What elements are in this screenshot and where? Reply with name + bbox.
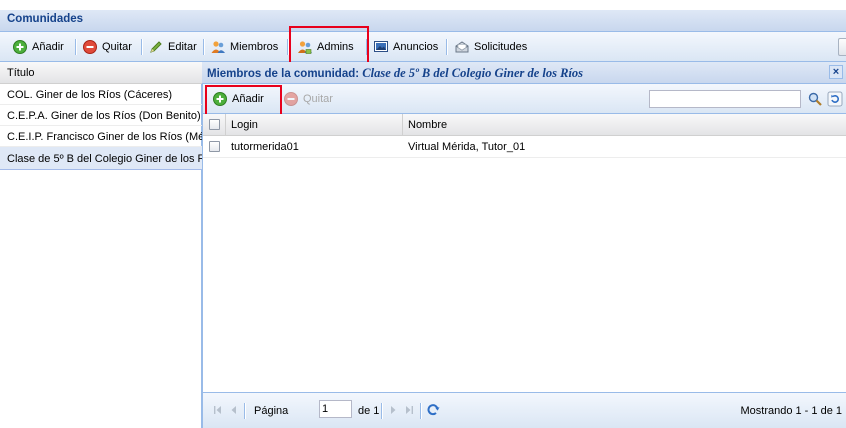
dialog-title-community: Clase de 5º B del Colegio Giner de los R… [362,66,584,80]
add-button[interactable]: Añadir [8,36,68,58]
close-button[interactable]: × [829,65,843,79]
page-number-input[interactable] [319,400,352,418]
column-header-nombre[interactable]: Nombre [403,114,846,136]
paging-separator [244,403,246,419]
page-label: Página [254,405,289,417]
select-all-column[interactable] [203,114,226,136]
toolbar-separator [141,39,143,55]
search-input[interactable] [649,90,801,108]
list-item-label: COL. Giner de los Ríos (Cáceres) [7,89,173,101]
image-board-icon [373,39,389,55]
members-grid-header: Login Nombre [203,114,846,136]
remove-button[interactable]: Quitar [78,36,136,58]
admins-highlight-box [289,26,369,65]
requests-button-label: Solicitudes [474,41,528,53]
announcements-button[interactable]: Anuncios [369,36,442,58]
list-item[interactable]: C.E.I.P. Francisco Giner de los Ríos (Mé… [0,126,202,147]
refresh-icon[interactable] [827,91,843,107]
group-icon [210,39,226,55]
list-item-label: C.E.I.P. Francisco Giner de los Ríos (Mé… [7,131,202,143]
remove-button-label: Quitar [102,41,132,53]
page-total: de 1 [358,405,380,417]
members-button-label: Miembros [230,41,279,53]
column-header-title[interactable]: Título [0,62,202,84]
list-item-label: C.E.P.A. Giner de los Ríos (Don Benito) [7,110,201,122]
envelope-icon [454,39,470,55]
toolbar-overflow-button[interactable] [838,38,846,56]
previous-page-icon[interactable] [226,402,242,418]
dialog-title: Miembros de la comunidad: Clase de 5º B … [202,62,846,84]
members-button[interactable]: Miembros [206,36,282,58]
edit-button-label: Editar [168,41,197,53]
remove-icon [82,39,98,55]
paging-separator [420,403,422,419]
first-page-icon[interactable] [210,402,226,418]
requests-button[interactable]: Solicitudes [450,36,531,58]
login-cell: tutormerida01 [231,141,299,153]
toolbar-separator [203,39,205,55]
dialog-title-prefix: Miembros de la comunidad: [207,68,360,80]
list-item[interactable]: COL. Giner de los Ríos (Cáceres) [0,84,202,105]
panel-title: Comunidades [0,10,846,32]
announcements-button-label: Anuncios [393,41,439,53]
paging-toolbar: Página de 1 Mostrando 1 - 1 de 1 [203,392,846,428]
last-page-icon[interactable] [401,402,417,418]
name-cell: Virtual Mérida, Tutor_01 [408,141,526,153]
row-checkbox[interactable] [209,141,220,152]
dialog-remove-button-label: Quitar [303,93,333,105]
toolbar-separator [446,39,448,55]
paging-display-text: Mostrando 1 - 1 de 1 [740,405,842,417]
column-header-login[interactable]: Login [226,114,403,136]
pencil-icon [148,39,164,55]
top-strip [0,0,846,10]
list-item-label: Clase de 5º B del Colegio Giner de los R… [7,153,202,165]
edit-button[interactable]: Editar [144,36,201,58]
column-label: Login [231,119,258,131]
dialog-remove-button[interactable]: Quitar [279,88,337,110]
next-page-icon[interactable] [385,402,401,418]
list-item-selected[interactable]: Clase de 5º B del Colegio Giner de los R… [0,147,202,170]
select-all-checkbox[interactable] [209,119,220,130]
search-icon[interactable] [807,91,823,107]
add-icon [12,39,28,55]
table-row[interactable]: tutormerida01 Virtual Mérida, Tutor_01 [203,136,846,158]
main-toolbar: Añadir Quitar Editar Miembros Admins Anu… [0,32,846,62]
toolbar-separator [75,39,77,55]
list-item[interactable]: C.E.P.A. Giner de los Ríos (Don Benito) [0,105,202,126]
refresh-icon[interactable] [425,402,441,418]
remove-icon [283,91,299,107]
paging-separator [381,403,383,419]
column-label: Nombre [408,119,448,131]
close-icon: × [832,66,840,78]
add-button-label: Añadir [32,41,64,53]
